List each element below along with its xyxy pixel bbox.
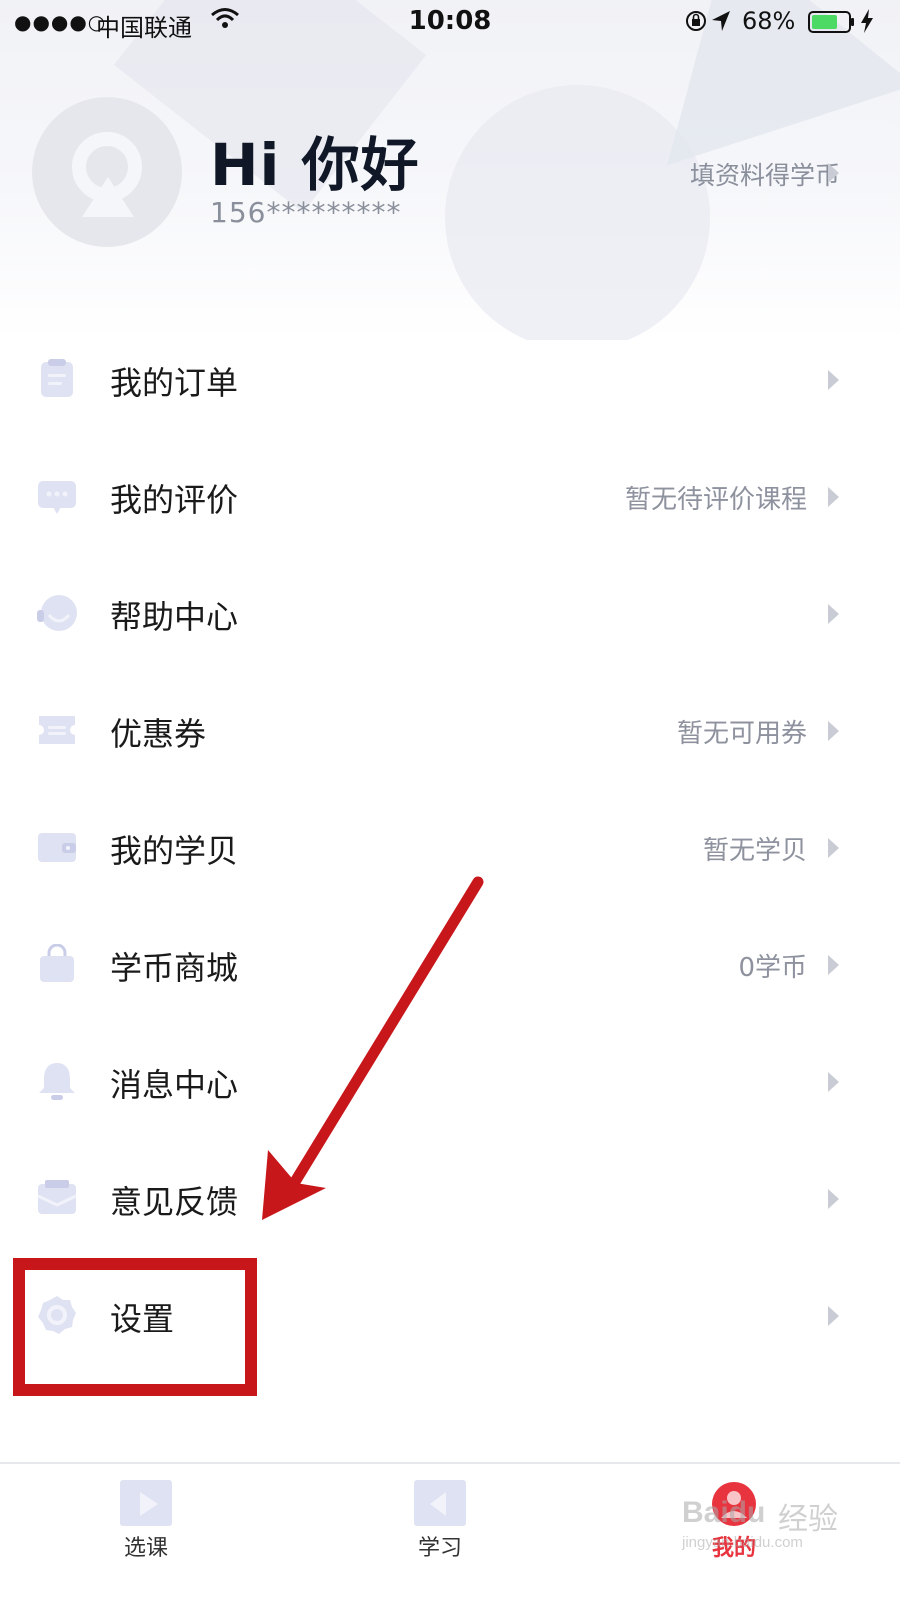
chevron-right-icon [828, 1072, 840, 1092]
chevron-right-icon [828, 163, 840, 183]
chevron-right-icon [828, 1306, 840, 1326]
order-icon [37, 359, 77, 399]
menu-item-reviews[interactable]: 我的评价 暂无待评价课程 [0, 438, 900, 555]
tab-label: 选课 [123, 1536, 168, 1561]
tab-label: 我的 [711, 1536, 756, 1561]
menu-item-label: 消息中心 [110, 1066, 239, 1104]
status-bar: ●●●●○ 中国联通 10:08 68% [0, 0, 900, 44]
chevron-right-icon [828, 370, 840, 390]
menu-item-value: 暂无待评价课程 [624, 485, 807, 515]
menu-item-messages[interactable]: 消息中心 [0, 1023, 900, 1140]
menu-item-help-center[interactable]: 帮助中心 [0, 555, 900, 672]
annotation-highlight-box [13, 1258, 257, 1396]
menu-item-value: 0学币 [738, 953, 807, 983]
battery-percentage: 68% [742, 7, 796, 35]
menu-item-label: 我的评价 [110, 481, 239, 519]
tab-mine[interactable]: 我的 [664, 1464, 804, 1600]
chevron-right-icon [828, 721, 840, 741]
fill-profile-link[interactable]: 填资料得学币 [690, 156, 840, 192]
menu-item-xuebei[interactable]: 我的学贝 暂无学贝 [0, 789, 900, 906]
tab-study[interactable]: 学习 [370, 1464, 510, 1600]
avatar[interactable] [32, 97, 182, 247]
menu-item-label: 帮助中心 [110, 598, 239, 636]
menu-item-value: 暂无学贝 [702, 836, 807, 866]
bell-icon [37, 1061, 77, 1101]
headset-icon [37, 593, 77, 633]
fill-profile-link-text: 填资料得学币 [689, 161, 840, 190]
feedback-icon [37, 1178, 77, 1218]
menu-item-label: 学币商城 [110, 949, 239, 987]
chevron-right-icon [828, 1189, 840, 1209]
signal-strength: ●●●●○ [14, 10, 107, 34]
tab-select-course[interactable]: 选课 [76, 1464, 216, 1600]
menu-item-coin-mall[interactable]: 学币商城 0学币 [0, 906, 900, 1023]
wifi-icon [210, 6, 240, 34]
play-course-icon [118, 1478, 174, 1530]
battery-icon [808, 10, 856, 38]
chevron-right-icon [828, 487, 840, 507]
user-phone: 156********* [210, 196, 402, 229]
wallet-icon [37, 827, 77, 867]
menu-item-orders[interactable]: 我的订单 [0, 321, 900, 438]
tab-bar: 选课 学习 我的 [0, 1462, 900, 1600]
user-greeting: Hi 你好 [210, 131, 420, 199]
comment-icon [37, 476, 77, 516]
study-icon [412, 1478, 468, 1530]
charging-bolt-icon [860, 8, 874, 38]
menu-item-label: 我的学贝 [110, 832, 239, 870]
menu-item-label: 我的订单 [110, 364, 239, 402]
carrier-name: 中国联通 [96, 14, 192, 42]
coupon-icon [37, 710, 77, 750]
chevron-right-icon [828, 838, 840, 858]
menu-item-feedback[interactable]: 意见反馈 [0, 1140, 900, 1257]
menu-item-coupons[interactable]: 优惠券 暂无可用券 [0, 672, 900, 789]
menu-item-label: 意见反馈 [110, 1183, 239, 1221]
menu-item-value: 暂无可用券 [676, 719, 807, 749]
tab-label: 学习 [417, 1536, 462, 1561]
shopping-bag-icon [37, 943, 77, 984]
location-arrow-icon [710, 9, 732, 37]
chevron-right-icon [828, 604, 840, 624]
menu-list: 我的订单 我的评价 暂无待评价课程 帮助中心 优惠券 暂无可用券 我的学贝 暂无… [0, 321, 900, 1374]
menu-item-label: 优惠券 [110, 715, 207, 753]
avatar-body-shape [82, 177, 134, 217]
chevron-right-icon [828, 955, 840, 975]
user-icon [706, 1478, 762, 1530]
rotation-lock-icon [684, 9, 708, 37]
